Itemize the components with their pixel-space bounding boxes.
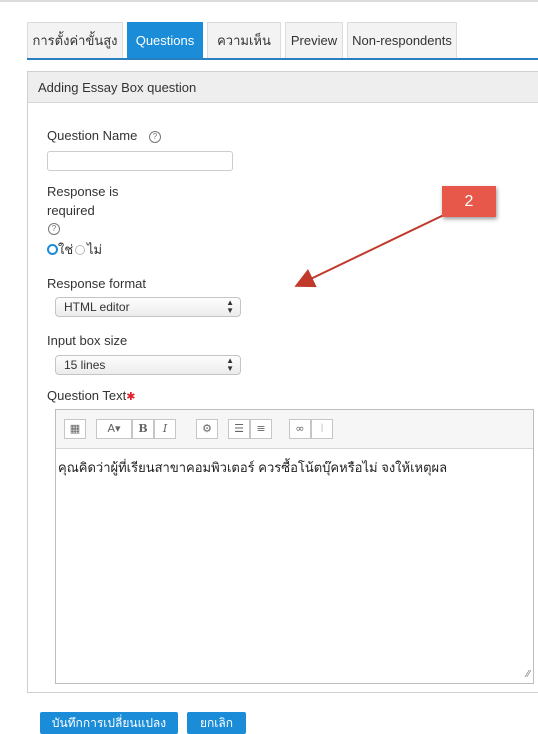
annotation-arrow-icon <box>294 212 449 288</box>
annotation-callout: 2 <box>442 186 496 217</box>
